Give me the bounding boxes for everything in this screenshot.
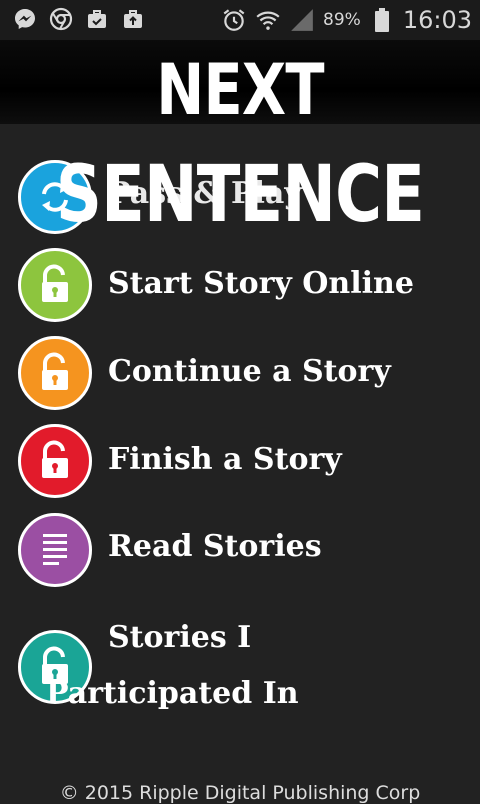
battery-percentage: 89% [323, 10, 361, 30]
messenger-icon [12, 6, 38, 32]
menu-label-finish-a-story: Finish a Story [108, 442, 342, 477]
app-logo-line2: SENTENCE [55, 150, 425, 240]
signal-icon [289, 7, 315, 33]
battery-icon [369, 7, 395, 33]
status-bar: 89% 16:03 [0, 0, 480, 40]
menu-label-start-story-online: Start Story Online [108, 266, 414, 301]
unlock-icon [18, 424, 92, 498]
menu-label-stories-participated-line2: Participated In [46, 676, 299, 711]
menu-item-start-story-online[interactable]: Start Story Online [0, 246, 480, 326]
clock: 16:03 [402, 6, 472, 34]
unlock-icon [18, 248, 92, 322]
menu-item-stories-participated[interactable]: Stories I Participated In [0, 612, 480, 722]
chrome-icon [48, 6, 74, 32]
menu-item-read-stories[interactable]: Read Stories [0, 511, 480, 591]
menu-label-stories-participated-line1: Stories I [108, 620, 252, 655]
briefcase-upload-icon [120, 6, 146, 32]
document-lines-icon [18, 513, 92, 587]
alarm-icon [221, 7, 247, 33]
unlock-icon [18, 336, 92, 410]
app-logo-line1: NEXT [156, 49, 324, 131]
menu-item-continue-a-story[interactable]: Continue a Story [0, 334, 480, 414]
menu-label-continue-a-story: Continue a Story [108, 354, 391, 389]
menu-item-finish-a-story[interactable]: Finish a Story [0, 422, 480, 502]
copyright-text: © 2015 Ripple Digital Publishing Corp [59, 782, 421, 804]
menu-label-read-stories: Read Stories [108, 529, 322, 564]
wifi-icon [255, 7, 281, 33]
briefcase-check-icon [84, 6, 110, 32]
